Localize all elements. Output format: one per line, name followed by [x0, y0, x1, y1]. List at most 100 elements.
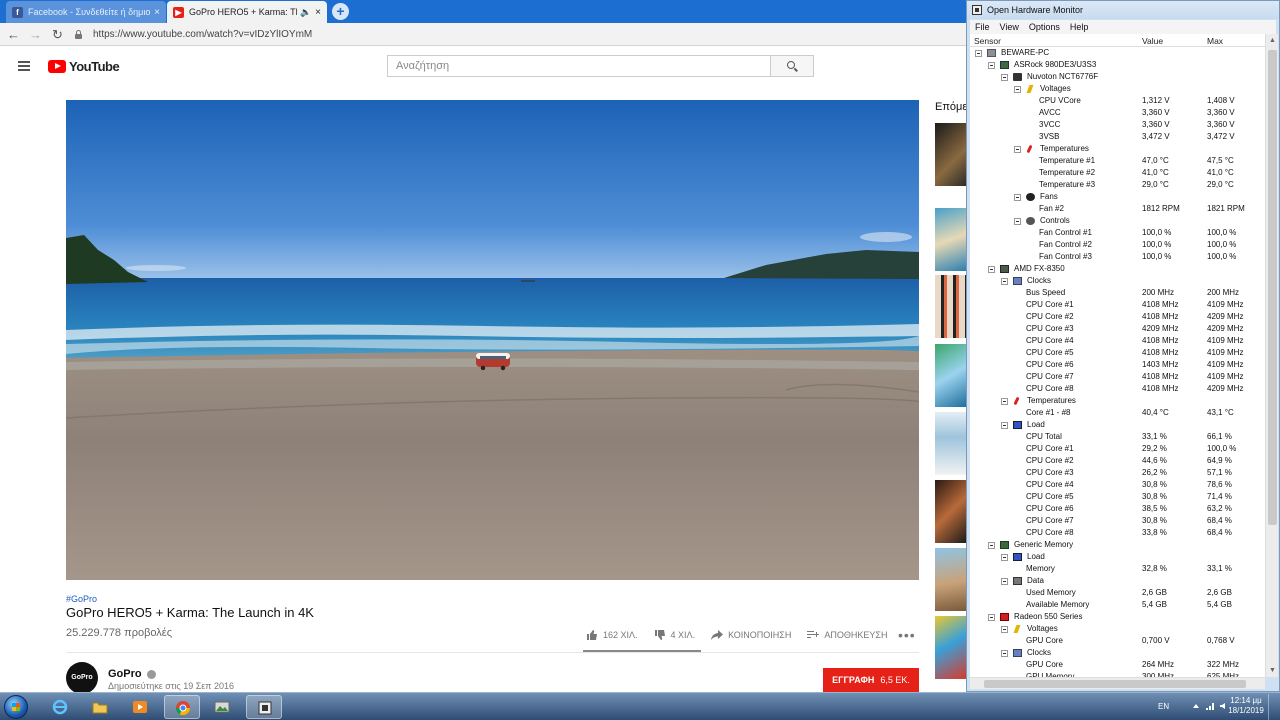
suggested-video-thumbnail[interactable]	[935, 412, 967, 475]
sensor-row[interactable]: Temperature #3 29,0 °C 29,0 °C	[970, 179, 1265, 191]
tree-group-row[interactable]: Data	[970, 575, 1265, 587]
sensor-row[interactable]: Available Memory 5,4 GB 5,4 GB	[970, 599, 1265, 611]
taskbar-photos[interactable]	[204, 695, 240, 719]
clock-time[interactable]: 12:14 μμ	[1226, 696, 1266, 705]
taskbar-chrome[interactable]	[164, 695, 200, 719]
tree-group-row[interactable]: Fans	[970, 191, 1265, 203]
sensor-row[interactable]: Bus Speed 200 MHz 200 MHz	[970, 287, 1265, 299]
suggested-video-thumbnail[interactable]	[935, 275, 967, 338]
sensor-row[interactable]: CPU Core #7 30,8 % 68,4 %	[970, 515, 1265, 527]
sensor-row[interactable]: Temperature #1 47,0 °C 47,5 °C	[970, 155, 1265, 167]
subscribe-button[interactable]: ΕΓΓΡΑΦΗ 6,5 ΕΚ.	[823, 668, 919, 692]
sensor-row[interactable]: CPU VCore 1,312 V 1,408 V	[970, 95, 1265, 107]
sensor-row[interactable]: CPU Core #3 4209 MHz 4209 MHz	[970, 323, 1265, 335]
tab-close-icon[interactable]: ×	[315, 7, 321, 18]
tab-youtube[interactable]: ▶ GoPro HERO5 + Karma: The 🔈 ×	[167, 1, 327, 23]
suggested-video-thumbnail[interactable]	[935, 208, 967, 271]
clock-date[interactable]: 18/1/2019	[1226, 706, 1266, 715]
collapse-toggle-icon[interactable]	[1014, 218, 1021, 225]
collapse-toggle-icon[interactable]	[988, 542, 995, 549]
collapse-toggle-icon[interactable]	[1001, 74, 1008, 81]
collapse-toggle-icon[interactable]	[1001, 422, 1008, 429]
dislike-button[interactable]: 4 ΧΙΛ.	[654, 629, 695, 641]
tab-facebook[interactable]: f Facebook - Συνδεθείτε ή δημιουρ... ×	[6, 1, 166, 23]
tree-group-row[interactable]: Nuvoton NCT6776F	[970, 71, 1265, 83]
sensor-row[interactable]: Temperature #2 41,0 °C 41,0 °C	[970, 167, 1265, 179]
sensor-row[interactable]: Fan #2 1812 RPM 1821 RPM	[970, 203, 1265, 215]
tree-group-row[interactable]: Clocks	[970, 647, 1265, 659]
tree-group-row[interactable]: Load	[970, 551, 1265, 563]
tree-group-row[interactable]: ASRock 980DE3/U3S3	[970, 59, 1265, 71]
menu-icon[interactable]	[18, 61, 30, 71]
tree-group-row[interactable]: Voltages	[970, 83, 1265, 95]
address-bar[interactable]: https://www.youtube.com/watch?v=vIDzYlIO…	[74, 26, 964, 43]
show-desktop-button[interactable]	[1268, 694, 1278, 720]
forward-arrow-icon[interactable]: →	[28, 27, 43, 42]
collapse-toggle-icon[interactable]	[1014, 194, 1021, 201]
new-tab-button[interactable]: +	[332, 3, 349, 20]
scrollbar-thumb[interactable]	[1268, 50, 1277, 525]
sensor-row[interactable]: Core #1 - #8 40,4 °C 43,1 °C	[970, 407, 1265, 419]
save-button[interactable]: ΑΠΟΘΗΚΕΥΣΗ	[807, 629, 887, 641]
video-player[interactable]	[66, 100, 919, 580]
collapse-toggle-icon[interactable]	[988, 614, 995, 621]
sensor-row[interactable]: CPU Core #5 30,8 % 71,4 %	[970, 491, 1265, 503]
sensor-row[interactable]: GPU Core 264 MHz 322 MHz	[970, 659, 1265, 671]
sensor-row[interactable]: CPU Core #1 29,2 % 100,0 %	[970, 443, 1265, 455]
sensor-row[interactable]: CPU Core #6 38,5 % 63,2 %	[970, 503, 1265, 515]
menu-view[interactable]: View	[1000, 22, 1019, 32]
collapse-toggle-icon[interactable]	[988, 266, 995, 273]
sensor-row[interactable]: Fan Control #3 100,0 % 100,0 %	[970, 251, 1265, 263]
collapse-toggle-icon[interactable]	[1014, 146, 1021, 153]
tree-group-row[interactable]: Controls	[970, 215, 1265, 227]
taskbar-hardware-monitor[interactable]	[246, 695, 282, 719]
collapse-toggle-icon[interactable]	[975, 50, 982, 57]
sensor-row[interactable]: CPU Core #2 44,6 % 64,9 %	[970, 455, 1265, 467]
sensor-row[interactable]: GPU Core 0,700 V 0,768 V	[970, 635, 1265, 647]
scrollbar-thumb[interactable]	[984, 680, 1246, 688]
tree-group-row[interactable]: Clocks	[970, 275, 1265, 287]
tree-group-row[interactable]: Temperatures	[970, 395, 1265, 407]
tree-group-row[interactable]: Load	[970, 419, 1265, 431]
language-indicator[interactable]: EN	[1158, 702, 1169, 711]
window-titlebar[interactable]: Open Hardware Monitor	[967, 1, 1279, 19]
search-input[interactable]: Αναζήτηση	[387, 55, 771, 77]
sensor-row[interactable]: CPU Core #3 26,2 % 57,1 %	[970, 467, 1265, 479]
collapse-toggle-icon[interactable]	[1001, 278, 1008, 285]
sensor-row[interactable]: CPU Core #7 4108 MHz 4109 MHz	[970, 371, 1265, 383]
sensor-row[interactable]: CPU Total 33,1 % 66,1 %	[970, 431, 1265, 443]
collapse-toggle-icon[interactable]	[1001, 578, 1008, 585]
sensor-row[interactable]: Fan Control #1 100,0 % 100,0 %	[970, 227, 1265, 239]
share-button[interactable]: ΚΟΙΝΟΠΟΙΗΣΗ	[711, 629, 791, 641]
sensor-row[interactable]: CPU Core #8 33,8 % 68,4 %	[970, 527, 1265, 539]
column-sensor[interactable]: Sensor	[974, 36, 1001, 46]
like-button[interactable]: 162 ΧΙΛ.	[586, 629, 638, 641]
sensor-row[interactable]: 3VCC 3,360 V 3,360 V	[970, 119, 1265, 131]
menu-options[interactable]: Options	[1029, 22, 1060, 32]
search-button[interactable]	[771, 55, 814, 77]
collapse-toggle-icon[interactable]	[1001, 398, 1008, 405]
reload-icon[interactable]: ↻	[50, 27, 65, 42]
show-hidden-icons-icon[interactable]	[1192, 702, 1200, 710]
collapse-toggle-icon[interactable]	[1001, 650, 1008, 657]
sensor-row[interactable]: Memory 32,8 % 33,1 %	[970, 563, 1265, 575]
sensor-row[interactable]: CPU Core #1 4108 MHz 4109 MHz	[970, 299, 1265, 311]
taskbar-internet-explorer[interactable]	[42, 695, 78, 719]
more-options-icon[interactable]: •••	[898, 627, 916, 643]
suggested-video-thumbnail[interactable]	[935, 548, 967, 611]
tab-close-icon[interactable]: ×	[154, 7, 160, 18]
speaker-icon[interactable]: 🔈	[300, 7, 311, 18]
sensor-row[interactable]: CPU Core #6 1403 MHz 4109 MHz	[970, 359, 1265, 371]
taskbar-file-explorer[interactable]	[82, 695, 118, 719]
column-max[interactable]: Max	[1207, 36, 1223, 46]
sensor-row[interactable]: CPU Core #4 4108 MHz 4109 MHz	[970, 335, 1265, 347]
sensor-row[interactable]: Fan Control #2 100,0 % 100,0 %	[970, 239, 1265, 251]
column-value[interactable]: Value	[1142, 36, 1163, 46]
suggested-video-thumbnail[interactable]	[935, 616, 967, 679]
taskbar-media-player[interactable]	[122, 695, 158, 719]
sensor-row[interactable]: Used Memory 2,6 GB 2,6 GB	[970, 587, 1265, 599]
network-icon[interactable]	[1206, 702, 1214, 710]
sensor-row[interactable]: CPU Core #4 30,8 % 78,6 %	[970, 479, 1265, 491]
youtube-logo[interactable]: YouTube	[48, 59, 120, 74]
sensor-row[interactable]: AVCC 3,360 V 3,360 V	[970, 107, 1265, 119]
